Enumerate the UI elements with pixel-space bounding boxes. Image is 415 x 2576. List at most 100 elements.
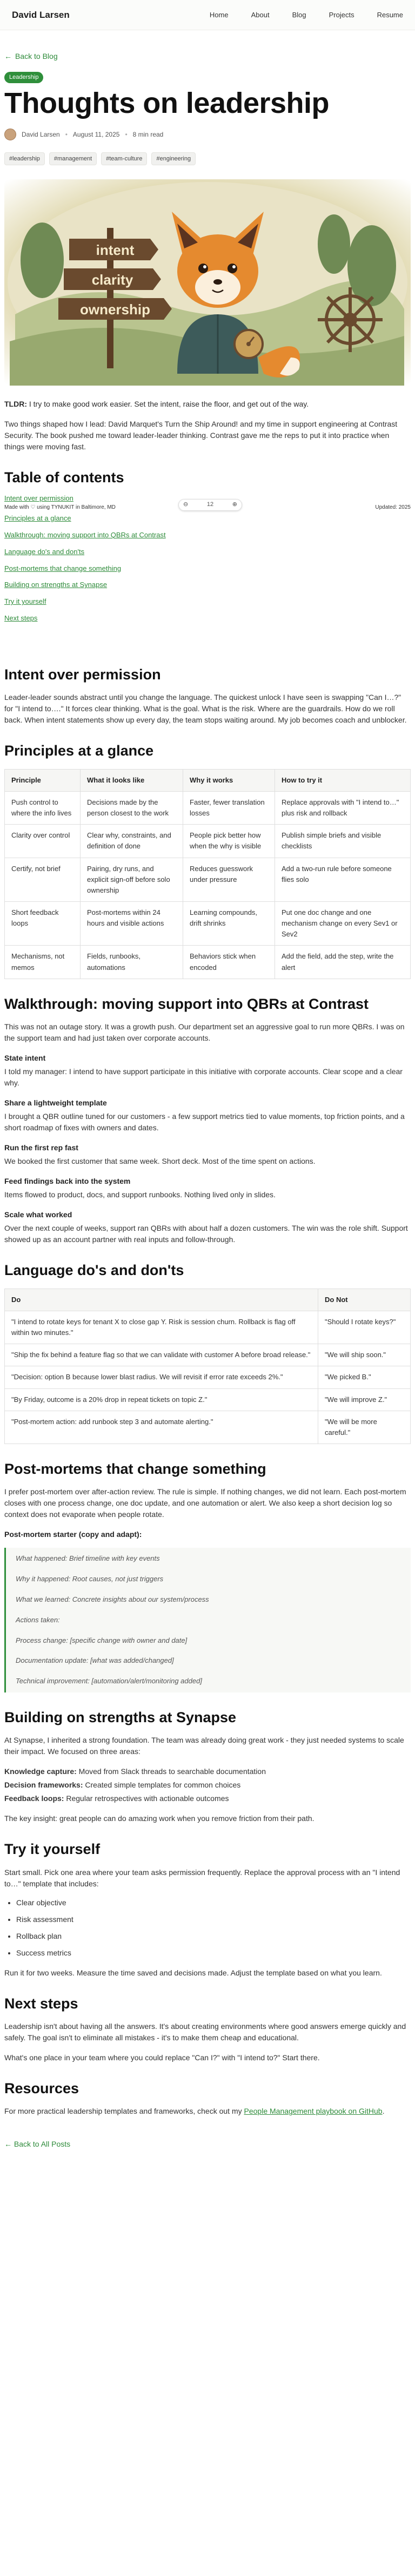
table-cell: "Decision: option B because lower blast … [4, 1366, 318, 1389]
table-cell: Replace approvals with "I intend to…" pl… [275, 791, 411, 825]
list-item: Clear objective [16, 1897, 411, 1909]
nav-link-home[interactable]: Home [198, 10, 240, 21]
try-closing: Run it for two weeks. Measure the time s… [4, 1968, 382, 1977]
postmortems-paragraph: I prefer post-mortem over after-action r… [4, 1487, 406, 1519]
toc-item[interactable]: Next steps [4, 614, 37, 622]
table-cell: Push control to where the info lives [4, 791, 81, 825]
zoom-out-icon[interactable]: ⊖ [183, 500, 188, 509]
sign-ownership: ownership [80, 301, 150, 318]
table-row: Mechanisms, not memos Fields, runbooks, … [4, 945, 411, 979]
toc-item[interactable]: Building on strengths at Synapse [4, 581, 107, 589]
fox-character [172, 212, 264, 374]
synapse-item-label: Knowledge capture: [4, 1767, 77, 1776]
starter-line: Actions taken: [16, 1615, 60, 1624]
table-cell: Certify, not brief [4, 857, 81, 902]
nav-links: Home About Blog Projects Resume [198, 10, 403, 21]
list-item: Post-mortems that change something [4, 563, 166, 574]
toc-item[interactable]: Principles at a glance [4, 514, 71, 522]
table-row: "Ship the fix behind a feature flag so t… [4, 1344, 411, 1367]
back-to-all-posts-label: Back to All Posts [14, 2140, 71, 2149]
site-name[interactable]: David Larsen [12, 8, 70, 22]
list-item: Walkthrough: moving support into QBRs at… [4, 529, 166, 541]
list-item: Language do's and don'ts [4, 546, 166, 557]
tag-item[interactable]: #team-culture [101, 152, 148, 166]
synapse-item-label: Decision frameworks: [4, 1781, 83, 1790]
step-title: Feed findings back into the system [4, 1177, 131, 1186]
footer-overlay: Made with ♡ using TYNUKIT in Baltimore, … [4, 498, 411, 511]
back-to-blog-label: Back to Blog [15, 52, 58, 60]
try-list: Clear objective Risk assessment Rollback… [4, 1897, 411, 1959]
arrow-left-icon: ← [4, 2140, 14, 2149]
nav-link-resume[interactable]: Resume [366, 10, 403, 21]
section-heading-next: Next steps [4, 1995, 78, 2012]
nav-link-blog[interactable]: Blog [281, 10, 318, 21]
table-cell: Add the field, add the step, write the a… [275, 945, 411, 979]
updated-text: Updated: 2025 [375, 504, 411, 510]
page-title: Thoughts on leadership [4, 86, 330, 119]
intro-paragraph: Two things shaped how I lead: David Marq… [4, 420, 398, 451]
starter-label: Post-mortem starter (copy and adapt): [4, 1530, 142, 1539]
starter-line: Why it happened: Root causes, not just t… [16, 1575, 164, 1583]
step-body: Items flowed to product, docs, and suppo… [4, 1190, 276, 1199]
back-to-blog-link[interactable]: ← Back to Blog [4, 51, 411, 62]
step-body: I told my manager: I intend to have supp… [4, 1067, 403, 1088]
zoom-in-icon[interactable]: ⊕ [232, 500, 237, 509]
table-cell: Pairing, dry runs, and explicit sign-off… [80, 857, 183, 902]
column-header: How to try it [275, 769, 411, 792]
toc-item[interactable]: Walkthrough: moving support into QBRs at… [4, 531, 166, 539]
table-cell: People pick better how when the why is v… [183, 824, 275, 858]
fox-signpost-illustration: intent clarity ownership [4, 179, 411, 386]
column-header: Principle [4, 769, 81, 792]
made-with-text: Made with ♡ using TYNUKIT in Baltimore, … [4, 504, 116, 510]
synapse-item-text: Regular retrospectives with actionable o… [64, 1794, 229, 1803]
tldr: TLDR: I try to make good work easier. Se… [4, 399, 411, 410]
synapse-item-label: Feedback loops: [4, 1794, 64, 1803]
table-row: "Decision: option B because lower blast … [4, 1366, 411, 1389]
nav-link-about[interactable]: About [240, 10, 281, 21]
table-cell: Mechanisms, not memos [4, 945, 81, 979]
post-meta: David Larsen • August 11, 2025 • 8 min r… [4, 128, 411, 140]
column-header: Do Not [318, 1289, 411, 1311]
read-time: 8 min read [132, 130, 164, 138]
category-badge[interactable]: Leadership [4, 72, 44, 83]
separator-dot: • [125, 130, 128, 138]
synapse-item: Decision frameworks: Created simple temp… [4, 1779, 411, 1791]
table-row: "I intend to rotate keys for tenant X to… [4, 1310, 411, 1345]
section-heading-postmortems: Post-mortems that change something [4, 1460, 266, 1477]
zoom-control: ⊖ 12 ⊕ [178, 498, 242, 511]
principles-table: Principle What it looks like Why it work… [4, 769, 411, 979]
table-header-row: Do Do Not [4, 1289, 411, 1311]
tag-item[interactable]: #leadership [4, 152, 45, 166]
list-item: Success metrics [16, 1947, 411, 1959]
toc-item[interactable]: Language do's and don'ts [4, 548, 84, 556]
table-row: Certify, not brief Pairing, dry runs, an… [4, 857, 411, 902]
table-cell: Decisions made by the person closest to … [80, 791, 183, 825]
separator-dot: • [65, 130, 68, 138]
table-row: "By Friday, outcome is a 20% drop in rep… [4, 1388, 411, 1411]
column-header: Do [4, 1289, 318, 1311]
resources-text: For more practical leadership templates … [4, 2107, 244, 2116]
toc-item[interactable]: Post-mortems that change something [4, 564, 121, 572]
resources-after: . [382, 2107, 385, 2116]
table-cell: "Should I rotate keys?" [318, 1310, 411, 1345]
playbook-link[interactable]: People Management playbook on GitHub [244, 2107, 383, 2115]
back-to-all-posts-link[interactable]: ← Back to All Posts [4, 2139, 411, 2150]
table-cell: Learning compounds, drift shrinks [183, 901, 275, 946]
column-header: Why it works [183, 769, 275, 792]
section-heading-try: Try it yourself [4, 1841, 101, 1858]
nav-link-projects[interactable]: Projects [318, 10, 366, 21]
tag-list: #leadership #management #team-culture #e… [4, 152, 411, 166]
starter-line: What we learned: Concrete insights about… [16, 1595, 209, 1603]
toc-item[interactable]: Try it yourself [4, 597, 46, 605]
list-item: Rollback plan [16, 1931, 411, 1942]
starter-line: Process change: [specific change with ow… [16, 1636, 188, 1644]
signpost-signs: intent clarity ownership [58, 239, 172, 320]
table-cell: Fields, runbooks, automations [80, 945, 183, 979]
synapse-intro: At Synapse, I inherited a strong foundat… [4, 1736, 404, 1756]
tag-item[interactable]: #management [49, 152, 97, 166]
synapse-item: Knowledge capture: Moved from Slack thre… [4, 1766, 411, 1777]
toc-item[interactable]: Intent over permission [4, 493, 73, 504]
tag-item[interactable]: #engineering [151, 152, 196, 166]
column-header: What it looks like [80, 769, 183, 792]
sign-intent: intent [96, 242, 135, 258]
